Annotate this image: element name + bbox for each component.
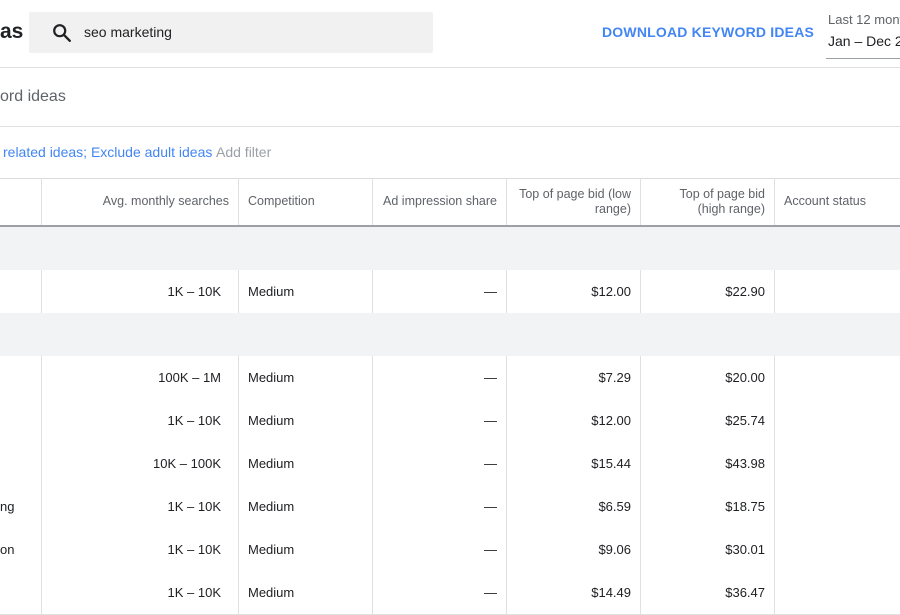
avg-monthly-searches-cell: 1K – 10K <box>42 571 239 614</box>
table-row[interactable]: 1K – 10K Medium — $12.00 $22.90 <box>0 270 900 314</box>
ad-impression-share-cell: — <box>373 356 507 399</box>
account-status-cell <box>775 442 900 485</box>
group-header-row <box>0 227 900 271</box>
add-filter-button[interactable]: Add filter <box>216 144 271 160</box>
avg-monthly-searches-cell: 1K – 10K <box>42 399 239 442</box>
competition-cell: Medium <box>239 356 373 399</box>
avg-monthly-searches-cell: 1K – 10K <box>42 528 239 571</box>
account-status-cell <box>775 270 900 313</box>
bid-high-cell: $43.98 <box>641 442 775 485</box>
search-icon <box>53 24 71 42</box>
ad-impression-share-cell: — <box>373 399 507 442</box>
column-header-keyword[interactable] <box>0 178 42 225</box>
ad-impression-share-cell: — <box>373 485 507 528</box>
keyword-cell <box>0 356 42 399</box>
group-header-row <box>0 313 900 357</box>
competition-cell: Medium <box>239 270 373 313</box>
ad-impression-share-cell: — <box>373 528 507 571</box>
table-row[interactable]: 10K – 100K Medium — $15.44 $43.98 <box>0 442 900 486</box>
column-header-bid-low[interactable]: Top of page bid (low range) <box>507 178 641 225</box>
table-header: Avg. monthly searches Competition Ad imp… <box>0 178 900 227</box>
account-status-cell <box>775 485 900 528</box>
table-row[interactable]: 1K – 10K Medium — $14.49 $36.47 <box>0 571 900 615</box>
keyword-cell: ng <box>0 485 42 528</box>
filter-row: related ideas; Exclude adult ideas Add f… <box>0 127 900 179</box>
bid-high-cell: $22.90 <box>641 270 775 313</box>
competition-cell: Medium <box>239 399 373 442</box>
competition-cell: Medium <box>239 571 373 614</box>
avg-monthly-searches-cell: 1K – 10K <box>42 485 239 528</box>
search-input[interactable] <box>84 12 404 53</box>
account-status-cell <box>775 571 900 614</box>
column-header-account-status[interactable]: Account status <box>775 178 900 225</box>
bid-high-cell: $18.75 <box>641 485 775 528</box>
competition-cell: Medium <box>239 528 373 571</box>
table-row[interactable]: 100K – 1M Medium — $7.29 $20.00 <box>0 356 900 400</box>
bid-high-cell: $36.47 <box>641 571 775 614</box>
table-row[interactable]: 1K – 10K Medium — $12.00 $25.74 <box>0 399 900 443</box>
keyword-cell: on <box>0 528 42 571</box>
table-row[interactable]: on 1K – 10K Medium — $9.06 $30.01 <box>0 528 900 572</box>
keyword-cell <box>0 442 42 485</box>
section-title: ord ideas <box>0 88 66 105</box>
date-range-select[interactable]: Jan – Dec 2 <box>828 33 900 49</box>
column-header-ad-impression-share[interactable]: Ad impression share <box>373 178 507 225</box>
top-bar: as DOWNLOAD KEYWORD IDEAS Last 12 mont J… <box>0 0 900 68</box>
bid-low-cell: $14.49 <box>507 571 641 614</box>
bid-high-cell: $25.74 <box>641 399 775 442</box>
subtitle-row: ord ideas <box>0 68 900 127</box>
bid-low-cell: $6.59 <box>507 485 641 528</box>
keyword-cell <box>0 571 42 614</box>
bid-low-cell: $12.00 <box>507 270 641 313</box>
bid-high-cell: $20.00 <box>641 356 775 399</box>
account-status-cell <box>775 356 900 399</box>
avg-monthly-searches-cell: 1K – 10K <box>42 270 239 313</box>
keyword-cell <box>0 399 42 442</box>
bid-low-cell: $12.00 <box>507 399 641 442</box>
column-header-competition[interactable]: Competition <box>239 178 373 225</box>
avg-monthly-searches-cell: 100K – 1M <box>42 356 239 399</box>
search-box[interactable] <box>29 12 433 53</box>
bid-low-cell: $9.06 <box>507 528 641 571</box>
column-header-bid-high[interactable]: Top of page bid (high range) <box>641 178 775 225</box>
ad-impression-share-cell: — <box>373 571 507 614</box>
page-title: as <box>0 20 24 43</box>
ad-impression-share-cell: — <box>373 270 507 313</box>
table-row[interactable]: ng 1K – 10K Medium — $6.59 $18.75 <box>0 485 900 529</box>
avg-monthly-searches-cell: 10K – 100K <box>42 442 239 485</box>
column-header-avg-monthly-searches[interactable]: Avg. monthly searches <box>42 178 239 225</box>
account-status-cell <box>775 399 900 442</box>
competition-cell: Medium <box>239 485 373 528</box>
bid-low-cell: $15.44 <box>507 442 641 485</box>
bid-high-cell: $30.01 <box>641 528 775 571</box>
keyword-cell <box>0 270 42 313</box>
ad-impression-share-cell: — <box>373 442 507 485</box>
date-range-label: Last 12 mont <box>828 12 900 27</box>
active-filters-link[interactable]: related ideas; Exclude adult ideas <box>3 144 212 160</box>
bid-low-cell: $7.29 <box>507 356 641 399</box>
download-keyword-ideas-button[interactable]: DOWNLOAD KEYWORD IDEAS <box>602 24 814 40</box>
date-range-underline <box>826 58 900 59</box>
competition-cell: Medium <box>239 442 373 485</box>
account-status-cell <box>775 528 900 571</box>
